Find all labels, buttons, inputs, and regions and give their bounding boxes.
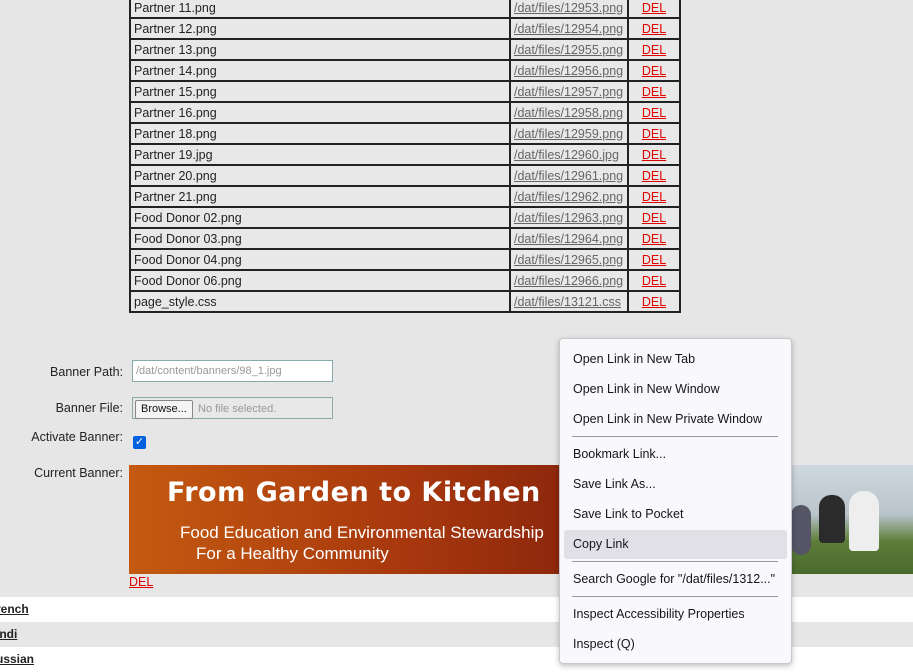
- menu-inspect[interactable]: Inspect (Q): [564, 630, 787, 659]
- banner-path-input[interactable]: /dat/content/banners/98_1.jpg: [132, 360, 333, 382]
- file-path-link[interactable]: /dat/files/12964.png: [514, 232, 623, 246]
- file-row: Food Donor 02.png/dat/files/12963.png DEL: [129, 206, 681, 229]
- files-table: Partner 11.png/dat/files/12953.png DEL Par…: [129, 0, 681, 313]
- file-delete-link[interactable]: DEL: [642, 211, 666, 225]
- menu-open-private-window[interactable]: Open Link in New Private Window: [564, 405, 787, 434]
- file-delete-link[interactable]: DEL: [642, 295, 666, 309]
- file-name: Food Donor 02.png: [129, 206, 511, 229]
- file-name: Partner 18.png: [129, 122, 511, 145]
- file-row: Partner 19.jpg/dat/files/12960.jpg DEL: [129, 143, 681, 166]
- file-name: Partner 16.png: [129, 101, 511, 124]
- file-path-link[interactable]: /dat/files/12963.png: [514, 211, 623, 225]
- file-name: Partner 21.png: [129, 185, 511, 208]
- file-name: Food Donor 06.png: [129, 269, 511, 292]
- banner-photo: [789, 465, 913, 574]
- language-link-french[interactable]: rench: [0, 602, 29, 616]
- file-name: Partner 12.png: [129, 17, 511, 40]
- file-delete-link[interactable]: DEL: [642, 22, 666, 36]
- menu-save-link-as[interactable]: Save Link As...: [564, 470, 787, 499]
- banner-line-1: Food Education and Environmental Steward…: [180, 523, 544, 542]
- menu-separator: [572, 596, 778, 597]
- file-path-link[interactable]: /dat/files/12954.png: [514, 22, 623, 36]
- menu-separator: [572, 561, 778, 562]
- file-path-link[interactable]: /dat/files/12966.png: [514, 274, 623, 288]
- file-delete-link[interactable]: DEL: [642, 274, 666, 288]
- file-path-link[interactable]: /dat/files/12959.png: [514, 127, 623, 141]
- file-path-link[interactable]: /dat/files/12960.jpg: [514, 148, 619, 162]
- file-name: Partner 19.jpg: [129, 143, 511, 166]
- file-row: Partner 12.png/dat/files/12954.png DEL: [129, 17, 681, 40]
- file-path-link[interactable]: /dat/files/12961.png: [514, 169, 623, 183]
- activate-banner-label: Activate Banner:: [31, 430, 123, 444]
- file-delete-link[interactable]: DEL: [642, 169, 666, 183]
- no-file-text: No file selected.: [198, 403, 277, 415]
- banner-path-label: Banner Path:: [50, 365, 123, 379]
- banner-file-label: Banner File:: [55, 401, 123, 415]
- file-row: Food Donor 03.png/dat/files/12964.png DEL: [129, 227, 681, 250]
- file-row: Food Donor 04.png/dat/files/12965.png DEL: [129, 248, 681, 271]
- file-path-link[interactable]: /dat/files/12962.png: [514, 190, 623, 204]
- banner-title: From Garden to Kitchen: [167, 477, 541, 508]
- file-row: Partner 18.png/dat/files/12959.png DEL: [129, 122, 681, 145]
- file-delete-link[interactable]: DEL: [642, 85, 666, 99]
- banner-delete-link[interactable]: DEL: [129, 575, 153, 589]
- file-path-link[interactable]: /dat/files/12955.png: [514, 43, 623, 57]
- language-link-russian[interactable]: ussian: [0, 652, 34, 666]
- file-delete-link[interactable]: DEL: [642, 43, 666, 57]
- file-row: Partner 21.png/dat/files/12962.png DEL: [129, 185, 681, 208]
- banner-file-input[interactable]: Browse... No file selected.: [132, 397, 333, 419]
- file-name: Partner 13.png: [129, 38, 511, 61]
- file-delete-link[interactable]: DEL: [642, 127, 666, 141]
- menu-bookmark-link[interactable]: Bookmark Link...: [564, 440, 787, 469]
- file-name: Food Donor 03.png: [129, 227, 511, 250]
- file-delete-link[interactable]: DEL: [642, 106, 666, 120]
- menu-open-new-tab[interactable]: Open Link in New Tab: [564, 345, 787, 374]
- file-path-link[interactable]: /dat/files/12957.png: [514, 85, 623, 99]
- menu-search-google[interactable]: Search Google for "/dat/files/1312...": [564, 565, 787, 594]
- file-path-link[interactable]: /dat/files/12956.png: [514, 64, 623, 78]
- file-name: Partner 14.png: [129, 59, 511, 82]
- file-path-link[interactable]: /dat/files/12965.png: [514, 253, 623, 267]
- file-delete-link[interactable]: DEL: [642, 1, 666, 15]
- file-row: Partner 20.png/dat/files/12961.png DEL: [129, 164, 681, 187]
- file-delete-link[interactable]: DEL: [642, 148, 666, 162]
- file-name: Partner 20.png: [129, 164, 511, 187]
- context-menu: Open Link in New Tab Open Link in New Wi…: [559, 338, 792, 664]
- browse-button[interactable]: Browse...: [135, 400, 193, 419]
- activate-banner-checkbox[interactable]: ✓: [133, 436, 146, 449]
- file-row: Partner 11.png/dat/files/12953.png DEL: [129, 0, 681, 19]
- menu-copy-link[interactable]: Copy Link: [564, 530, 787, 559]
- banner-line-2: For a Healthy Community: [196, 544, 389, 563]
- file-row: Partner 15.png/dat/files/12957.png DEL: [129, 80, 681, 103]
- file-path-link[interactable]: /dat/files/12953.png: [514, 1, 623, 15]
- file-path-link[interactable]: /dat/files/12958.png: [514, 106, 623, 120]
- file-name: Food Donor 04.png: [129, 248, 511, 271]
- file-name: Partner 11.png: [129, 0, 511, 19]
- current-banner-image: From Garden to Kitchen Food Education an…: [129, 465, 913, 574]
- file-row: page_style.css/dat/files/13121.css DEL: [129, 290, 681, 313]
- file-name: page_style.css: [129, 290, 511, 313]
- menu-inspect-accessibility[interactable]: Inspect Accessibility Properties: [564, 600, 787, 629]
- language-link-hindi[interactable]: indi: [0, 627, 17, 641]
- file-delete-link[interactable]: DEL: [642, 64, 666, 78]
- current-banner-label: Current Banner:: [34, 466, 123, 480]
- menu-separator: [572, 436, 778, 437]
- file-row: Partner 16.png/dat/files/12958.png DEL: [129, 101, 681, 124]
- file-path-link[interactable]: /dat/files/13121.css: [514, 295, 621, 309]
- file-row: Partner 13.png/dat/files/12955.png DEL: [129, 38, 681, 61]
- file-delete-link[interactable]: DEL: [642, 253, 666, 267]
- file-row: Partner 14.png/dat/files/12956.png DEL: [129, 59, 681, 82]
- menu-save-to-pocket[interactable]: Save Link to Pocket: [564, 500, 787, 529]
- file-delete-link[interactable]: DEL: [642, 232, 666, 246]
- menu-open-new-window[interactable]: Open Link in New Window: [564, 375, 787, 404]
- file-delete-link[interactable]: DEL: [642, 190, 666, 204]
- file-name: Partner 15.png: [129, 80, 511, 103]
- file-row: Food Donor 06.png/dat/files/12966.png DEL: [129, 269, 681, 292]
